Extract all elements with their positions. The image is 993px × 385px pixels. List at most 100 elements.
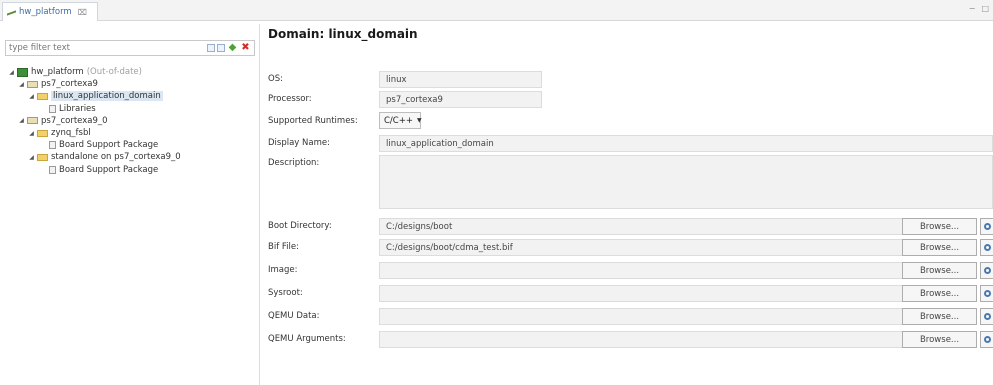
bif-file-browse-button[interactable]: Browse... <box>902 239 977 256</box>
os-label: OS: <box>268 74 283 84</box>
tree-item-label: Board Support Package <box>59 140 159 151</box>
platform-tab-icon <box>7 9 16 16</box>
processor-row: Processor: ps7_cortexa9 <box>268 91 993 108</box>
description-label: Description: <box>268 158 320 168</box>
tree-item-label: standalone on ps7_cortexa9_0 <box>51 152 181 163</box>
runtimes-value: C/C++ <box>384 115 413 126</box>
editor-tab-hw-platform[interactable]: hw_platform ⌧ <box>2 2 98 21</box>
runtimes-row: Supported Runtimes: C/C++ ▼ <box>268 112 993 129</box>
out-of-date-status: (Out-of-date) <box>86 67 142 78</box>
remove-icon[interactable]: ✖ <box>240 42 251 53</box>
bif-file-search-button[interactable] <box>980 239 993 256</box>
qemu-data-field[interactable] <box>379 308 903 325</box>
tree-item-label: ps7_cortexa9 <box>41 79 98 90</box>
sysroot-browse-button[interactable]: Browse... <box>902 285 977 302</box>
boot-directory-search-button[interactable] <box>980 218 993 235</box>
domain-folder-icon <box>37 129 48 137</box>
filter-toolbar: ◆ ✖ <box>207 42 251 53</box>
tree-item-zynq-fsbl[interactable]: ◢ zynq_fsbl <box>8 127 258 139</box>
bif-file-field[interactable]: C:/designs/boot/cdma_test.bif <box>379 239 903 256</box>
runtimes-select[interactable]: C/C++ ▼ <box>379 112 422 129</box>
page-title: Domain: linux_domain <box>268 27 418 41</box>
collapse-all-icon[interactable] <box>207 43 215 52</box>
processor-icon <box>27 117 38 125</box>
tree-item-standalone-domain[interactable]: ◢ standalone on ps7_cortexa9_0 <box>8 151 258 163</box>
expand-toggle-icon[interactable]: ◢ <box>8 69 15 76</box>
image-browse-button[interactable]: Browse... <box>902 262 977 279</box>
tree-item-ps7-cortexa9-0[interactable]: ◢ ps7_cortexa9_0 <box>8 115 258 127</box>
processor-label: Processor: <box>268 94 312 104</box>
qemu-arguments-field[interactable] <box>379 331 903 348</box>
document-icon <box>49 104 56 113</box>
processor-field: ps7_cortexa9 <box>379 91 542 108</box>
tree-item-libraries[interactable]: Libraries <box>8 103 258 115</box>
domain-folder-icon <box>37 153 48 161</box>
boot-directory-browse-button[interactable]: Browse... <box>902 218 977 235</box>
expand-toggle-icon[interactable]: ◢ <box>18 81 25 88</box>
close-tab-icon[interactable]: ⌧ <box>78 8 87 17</box>
chevron-down-icon: ▼ <box>416 117 422 124</box>
qemu-arguments-label: QEMU Arguments: <box>268 334 346 344</box>
qemu-data-label: QEMU Data: <box>268 311 320 321</box>
editor-tab-bar: hw_platform ⌧ − □ <box>0 0 993 21</box>
tree-item-label: Libraries <box>59 103 96 114</box>
sysroot-field[interactable] <box>379 285 903 302</box>
filter-box: ◆ ✖ <box>5 40 255 56</box>
tree-item-ps7-cortexa9[interactable]: ◢ ps7_cortexa9 <box>8 78 258 90</box>
image-label: Image: <box>268 265 298 275</box>
expand-toggle-icon[interactable]: ◢ <box>28 93 35 100</box>
expand-toggle-icon[interactable]: ◢ <box>28 130 35 137</box>
qemu-data-search-button[interactable] <box>980 308 993 325</box>
tree-item-label: hw_platform <box>31 67 84 78</box>
sysroot-row: Sysroot: Browse... <box>268 285 993 302</box>
boot-directory-field[interactable]: C:/designs/boot <box>379 218 903 235</box>
search-icon <box>983 313 991 320</box>
tree-item-board-support-package[interactable]: Board Support Package <box>8 164 258 176</box>
tree-item-linux-application-domain[interactable]: ◢ linux_application_domain <box>8 90 258 102</box>
os-row: OS: linux <box>268 71 993 88</box>
qemu-arguments-browse-button[interactable]: Browse... <box>902 331 977 348</box>
filter-input[interactable] <box>9 42 179 54</box>
platform-tree: ◢ hw_platform (Out-of-date) ◢ ps7_cortex… <box>8 66 258 176</box>
search-icon <box>983 290 991 297</box>
tree-item-label: ps7_cortexa9_0 <box>41 115 108 126</box>
image-field[interactable] <box>379 262 903 279</box>
sysroot-label: Sysroot: <box>268 288 303 298</box>
tree-item-board-support-package[interactable]: Board Support Package <box>8 139 258 151</box>
display-name-field[interactable]: linux_application_domain <box>379 135 993 152</box>
os-field: linux <box>379 71 542 88</box>
domain-folder-icon <box>37 92 48 100</box>
boot-directory-label: Boot Directory: <box>268 221 332 231</box>
tree-item-hw-platform[interactable]: ◢ hw_platform (Out-of-date) <box>8 66 258 78</box>
expand-toggle-icon[interactable]: ◢ <box>18 117 25 124</box>
processor-icon <box>27 80 38 88</box>
document-icon <box>49 141 56 150</box>
search-icon <box>983 223 991 230</box>
search-icon <box>983 267 991 274</box>
bif-file-row: Bif File: C:/designs/boot/cdma_test.bif … <box>268 239 993 256</box>
display-name-row: Display Name: linux_application_domain <box>268 135 993 152</box>
image-search-button[interactable] <box>980 262 993 279</box>
description-field[interactable] <box>379 155 993 209</box>
minimize-icon[interactable]: − <box>969 4 976 13</box>
expand-all-icon[interactable] <box>217 43 225 52</box>
document-icon <box>49 165 56 174</box>
qemu-data-browse-button[interactable]: Browse... <box>902 308 977 325</box>
expand-toggle-icon[interactable]: ◢ <box>28 154 35 161</box>
bif-file-label: Bif File: <box>268 242 299 252</box>
search-icon <box>983 336 991 343</box>
display-name-label: Display Name: <box>268 138 330 148</box>
maximize-icon[interactable]: □ <box>981 4 989 13</box>
tree-item-label: zynq_fsbl <box>51 128 91 139</box>
navigation-pane: ◆ ✖ ◢ hw_platform (Out-of-date) ◢ ps7_co… <box>0 24 260 385</box>
platform-icon <box>17 67 28 77</box>
tree-item-label: linux_application_domain <box>51 91 163 102</box>
qemu-arguments-search-button[interactable] <box>980 331 993 348</box>
search-icon <box>983 244 991 251</box>
window-controls: − □ <box>969 4 989 13</box>
qemu-arguments-row: QEMU Arguments: Browse... <box>268 331 993 348</box>
add-icon[interactable]: ◆ <box>227 42 238 53</box>
sysroot-search-button[interactable] <box>980 285 993 302</box>
boot-directory-row: Boot Directory: C:/designs/boot Browse..… <box>268 218 993 235</box>
qemu-data-row: QEMU Data: Browse... <box>268 308 993 325</box>
